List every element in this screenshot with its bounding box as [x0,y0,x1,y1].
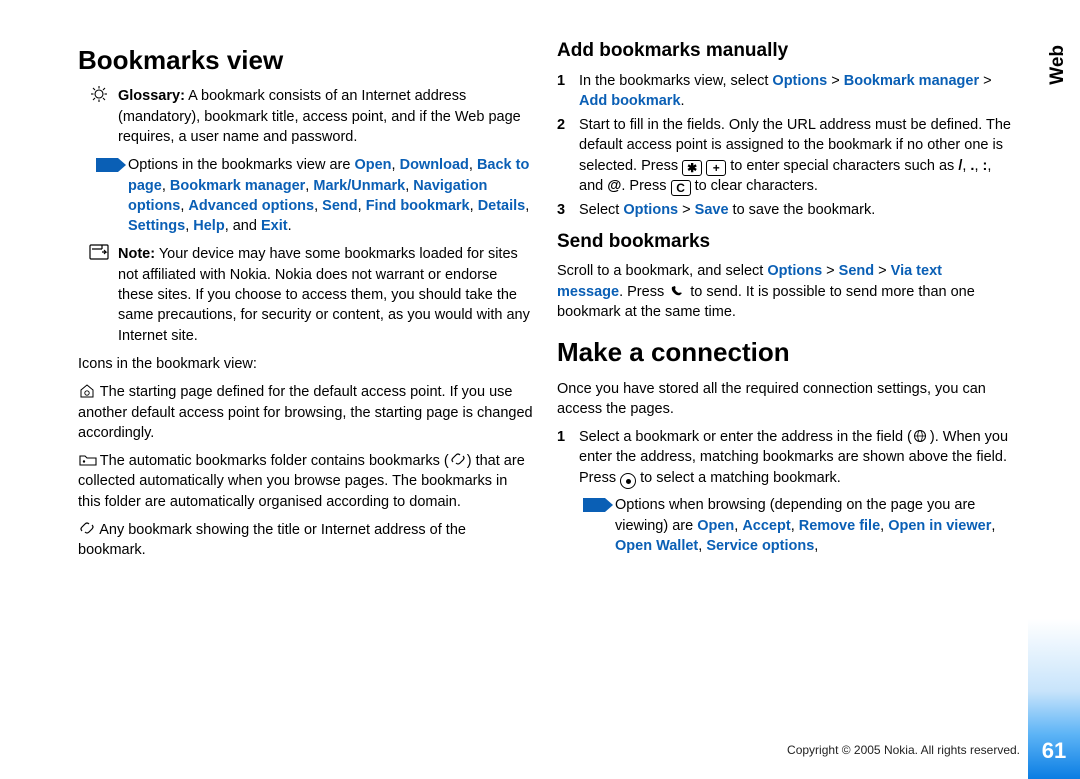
send-bookmarks-body: Scroll to a bookmark, and select Options… [557,261,1012,322]
select-key-icon [620,473,636,489]
icon-desc-2: The automatic bookmarks folder contains … [78,451,533,512]
connection-intro: Once you have stored all the required co… [557,379,1012,420]
options-list-box: Options in the bookmarks view are Open, … [78,155,533,236]
home-globe-icon [79,384,95,398]
connection-steps: 1 Select a bookmark or enter the address… [557,427,1012,489]
icon-desc-3: Any bookmark showing the title or Intern… [78,520,533,561]
plus-key-icon: + [706,160,726,176]
note-body: Your device may have some bookmarks load… [118,246,530,343]
page-number-box: 61 [1028,619,1080,779]
browse-options-box: Options when browsing (depending on the … [557,495,1012,556]
section-tab: Web [1045,45,1072,85]
add-bookmarks-steps: 1 In the bookmarks view, select Options … [557,71,1012,221]
step-3: 3 Select Options > Save to save the book… [557,200,1012,220]
heading-send-bookmarks: Send bookmarks [557,229,1012,256]
options-intro: Options in the bookmarks view are [128,157,354,173]
icons-heading: Icons in the bookmark view: [78,354,533,374]
globe-icon [913,429,929,443]
page-number: 61 [1042,736,1066,767]
note-paragraph: Note: Your device may have some bookmark… [78,244,533,345]
pointer-arrow-icon [583,498,613,512]
glossary-label: Glossary: [118,88,185,104]
copyright-text: Copyright © 2005 Nokia. All rights reser… [787,742,1020,759]
heading-add-bookmarks: Add bookmarks manually [557,38,1012,65]
note-label: Note: [118,246,155,262]
call-key-icon [669,284,685,298]
bookmark-link-icon [79,522,95,536]
step-2: 2 Start to fill in the fields. Only the … [557,115,1012,196]
star-key-icon: ✱ [682,160,702,176]
heading-bookmarks-view: Bookmarks view [78,42,533,78]
conn-step-1: 1 Select a bookmark or enter the address… [557,427,1012,489]
left-column: Bookmarks view Glossary: A bookmark cons… [78,30,533,670]
link-icon [450,453,466,467]
tip-icon [88,86,110,110]
pointer-arrow-icon [96,158,126,172]
glossary-paragraph: Glossary: A bookmark consists of an Inte… [78,86,533,147]
right-column: Add bookmarks manually 1 In the bookmark… [557,30,1012,670]
note-icon [88,244,110,266]
clear-key-icon: C [671,180,691,196]
step-1: 1 In the bookmarks view, select Options … [557,71,1012,112]
folder-auto-icon [79,453,95,467]
heading-make-connection: Make a connection [557,334,1012,370]
icon-desc-1: The starting page defined for the defaul… [78,382,533,443]
manual-page: Bookmarks view Glossary: A bookmark cons… [0,0,1080,700]
